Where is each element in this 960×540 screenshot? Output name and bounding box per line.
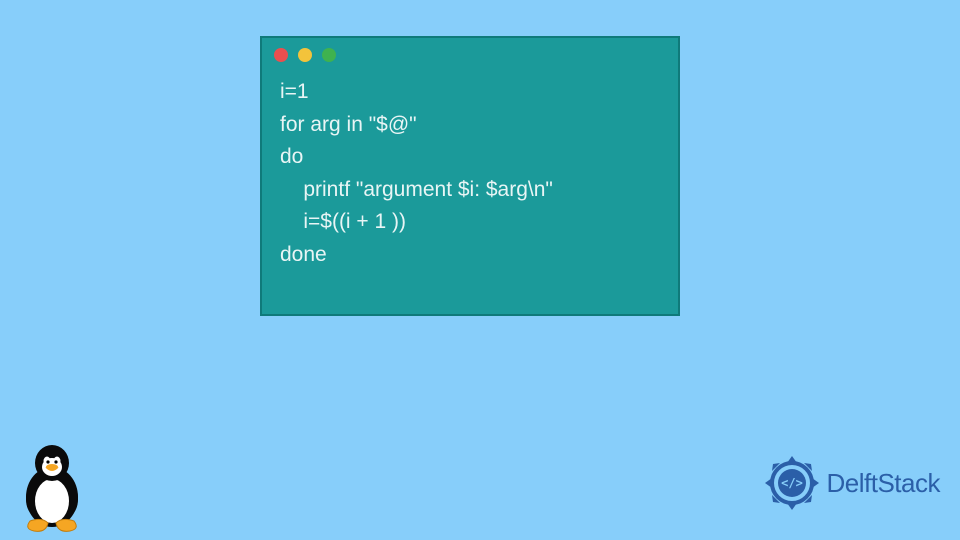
code-line: i=1 (280, 76, 660, 109)
window-titlebar (262, 38, 678, 72)
minimize-icon (298, 48, 312, 62)
brand-name: DelftStack (827, 468, 941, 499)
code-line: i=$((i + 1 )) (280, 206, 660, 239)
code-line: do (280, 141, 660, 174)
maximize-icon (322, 48, 336, 62)
delftstack-brand: </> DelftStack (763, 454, 941, 512)
close-icon (274, 48, 288, 62)
code-line: done (280, 239, 660, 272)
code-line: for arg in "$@" (280, 109, 660, 142)
code-body: i=1 for arg in "$@" do printf "argument … (262, 72, 678, 289)
svg-text:</>: </> (781, 476, 803, 490)
code-line: printf "argument $i: $arg\n" (280, 174, 660, 207)
code-window: i=1 for arg in "$@" do printf "argument … (260, 36, 680, 316)
delftstack-logo-icon: </> (763, 454, 821, 512)
tux-linux-icon (12, 439, 92, 534)
